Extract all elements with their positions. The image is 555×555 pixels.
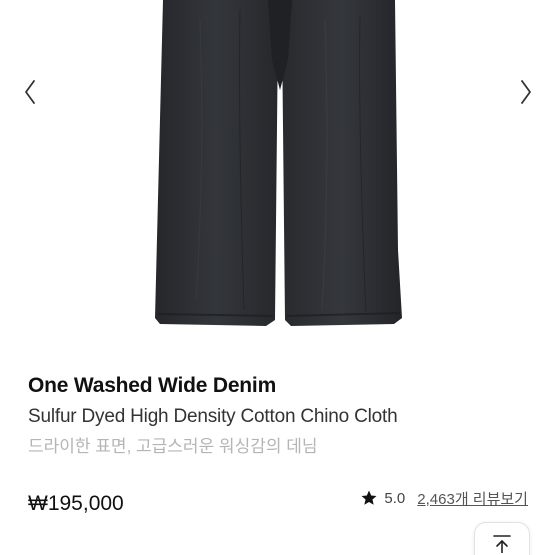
product-subtitle: Sulfur Dyed High Density Cotton Chino Cl… — [28, 406, 398, 427]
rating-summary: 5.0 2,463개 리뷰보기 — [360, 486, 528, 510]
gallery-next-button[interactable] — [514, 76, 538, 108]
product-info: One Washed Wide Denim Sulfur Dyed High D… — [28, 370, 538, 462]
scroll-to-top-button[interactable] — [474, 522, 530, 555]
product-image-gallery[interactable] — [0, 0, 555, 345]
product-description: 드라이한 표면, 고급스러운 워싱감의 데님 — [28, 437, 318, 456]
gallery-prev-button[interactable] — [18, 76, 42, 108]
rating-score: 5.0 — [384, 489, 406, 507]
reviews-link[interactable]: 2,463개 리뷰보기 — [417, 488, 528, 509]
arrow-up-to-top-icon — [493, 535, 511, 553]
price-rating-row: ₩195,000 5.0 2,463개 리뷰보기 — [28, 486, 528, 522]
product-title: One Washed Wide Denim — [28, 374, 277, 397]
product-detail-page: One Washed Wide Denim Sulfur Dyed High D… — [0, 0, 555, 555]
product-price: ₩195,000 — [28, 492, 124, 515]
product-image — [155, 0, 402, 326]
chevron-left-icon — [25, 80, 35, 104]
chevron-right-icon — [521, 80, 531, 104]
star-icon — [361, 490, 377, 505]
